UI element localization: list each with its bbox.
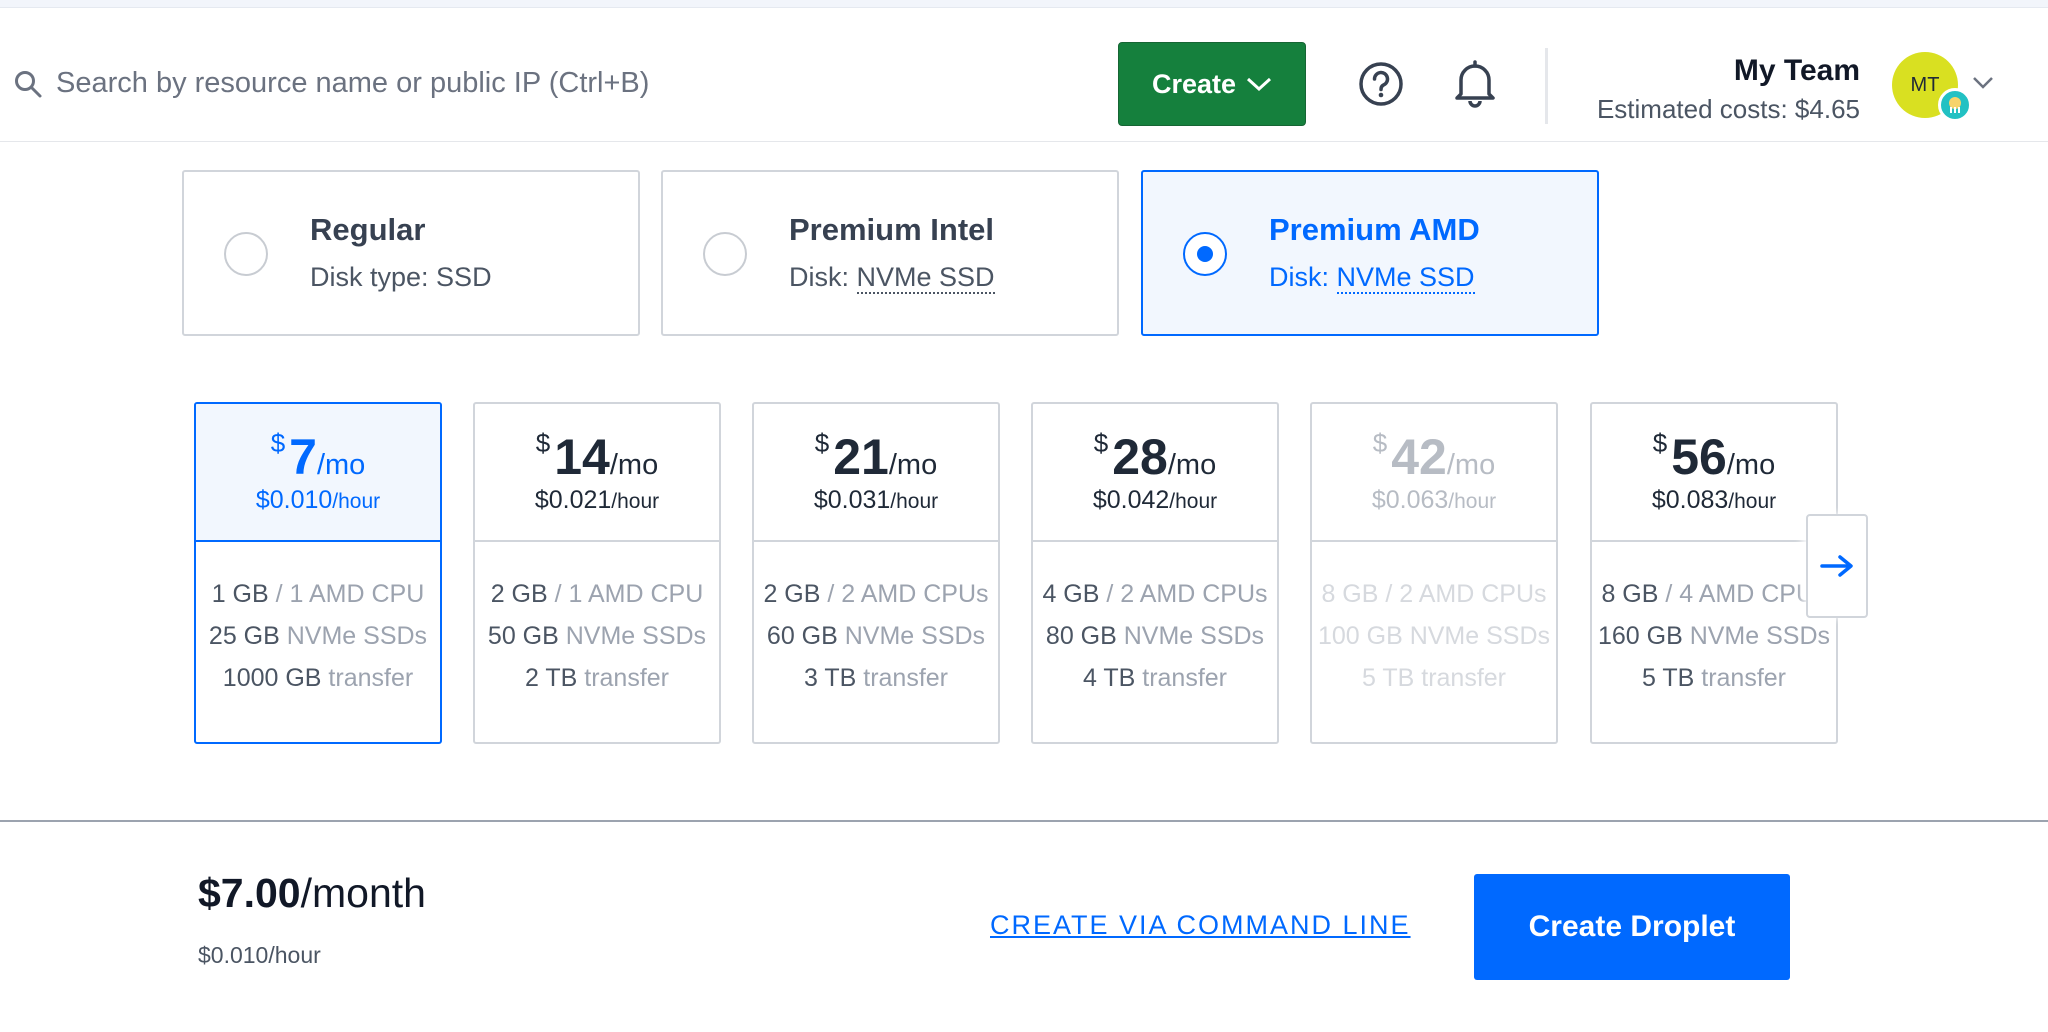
create-droplet-button[interactable]: Create Droplet: [1474, 874, 1790, 980]
plan-card[interactable]: $14/mo $0.021/hour 2 GB / 1 AMD CPU 50 GB N…: [473, 402, 721, 744]
create-via-command-line-link[interactable]: CREATE VIA COMMAND LINE: [990, 910, 1411, 941]
cpu-option-disk: Disk type: SSD: [310, 262, 492, 292]
plan-price-section: $56/mo $0.083/hour: [1592, 404, 1836, 542]
bell-icon[interactable]: [1452, 58, 1498, 108]
hourly-total: $0.010/hour: [198, 942, 321, 968]
plan-hourly-price: $0.063/hour: [1371, 486, 1497, 514]
plan-hourly-price: $0.021/hour: [534, 486, 660, 514]
plan-card[interactable]: $56/mo $0.083/hour 8 GB / 4 AMD CPUs 160 GB…: [1590, 402, 1838, 744]
plan-memory-cpu: 2 GB / 1 AMD CPU: [490, 580, 704, 608]
plan-monthly-price: $14/mo: [535, 428, 659, 485]
cpu-option-title: Premium AMD: [1269, 212, 1480, 247]
plan-transfer: 3 TB transfer: [803, 664, 949, 692]
plan-disk: 50 GB NVMe SSDs: [487, 622, 707, 650]
disk-tooltip-term[interactable]: NVMe SSD: [856, 262, 995, 294]
create-button-label: Create: [1151, 68, 1237, 99]
plan-transfer: 5 TB transfer: [1361, 664, 1507, 692]
scroll-right-button[interactable]: [1806, 514, 1868, 618]
plan-transfer: 5 TB transfer: [1641, 664, 1787, 692]
plan-card[interactable]: $21/mo $0.031/hour 2 GB / 2 AMD CPUs 60 GB …: [752, 402, 1000, 744]
disk-tooltip-term[interactable]: NVMe SSD: [1336, 262, 1475, 294]
plan-card[interactable]: $28/mo $0.042/hour 4 GB / 2 AMD CPUs 80 GB …: [1031, 402, 1279, 744]
search-icon: [15, 71, 42, 98]
plan-memory-cpu: 8 GB / 4 AMD CPUs: [1601, 580, 1827, 608]
plan-memory-cpu: 8 GB / 2 AMD CPUs: [1321, 580, 1547, 608]
cpu-option-disk: Disk: NVMe SSD: [1269, 262, 1475, 294]
plan-monthly-price: $7/mo: [270, 428, 366, 485]
help-icon[interactable]: [1358, 61, 1404, 107]
radio-button[interactable]: [1183, 232, 1227, 276]
cpu-option-title: Premium Intel: [789, 212, 994, 247]
plan-price-section: $14/mo $0.021/hour: [475, 404, 719, 542]
plan-transfer: 1000 GB transfer: [222, 664, 414, 692]
plan-price-section: $28/mo $0.042/hour: [1033, 404, 1277, 542]
plan-memory-cpu: 2 GB / 2 AMD CPUs: [763, 580, 989, 608]
avatar-initials: MT: [1910, 73, 1940, 96]
plan-price-section: $21/mo $0.031/hour: [754, 404, 998, 542]
plan-price-section: $42/mo $0.063/hour: [1312, 404, 1556, 542]
plan-transfer: 2 TB transfer: [524, 664, 670, 692]
plan-disk: 25 GB NVMe SSDs: [208, 622, 428, 650]
plan-card[interactable]: $7/mo $0.010/hour 1 GB / 1 AMD CPU 25 GB NV…: [194, 402, 442, 744]
top-strip: [0, 0, 2048, 8]
plan-hourly-price: $0.083/hour: [1651, 486, 1777, 514]
arrow-right-icon: [1820, 555, 1853, 577]
plan-hourly-price: $0.042/hour: [1092, 486, 1218, 514]
plan-disk: 60 GB NVMe SSDs: [766, 622, 986, 650]
plan-hourly-price: $0.031/hour: [813, 486, 939, 514]
monthly-total: $7.00/month: [198, 870, 426, 916]
avatar-badge-icon: [1938, 88, 1972, 122]
plan-monthly-price: $28/mo: [1093, 428, 1217, 485]
summary-footer: $7.00/month $0.010/hour CREATE VIA COMMA…: [0, 820, 2048, 1032]
radio-button[interactable]: [224, 232, 268, 276]
team-name[interactable]: My Team: [1734, 54, 1860, 88]
cpu-option-disk: Disk: NVMe SSD: [789, 262, 995, 294]
plan-hourly-price: $0.010/hour: [255, 486, 381, 514]
plan-monthly-price: $21/mo: [814, 428, 938, 485]
account-chevron-down-icon[interactable]: [1972, 76, 1994, 90]
plan-monthly-price: $56/mo: [1652, 428, 1776, 485]
search-input[interactable]: [56, 58, 1056, 108]
plan-memory-cpu: 4 GB / 2 AMD CPUs: [1042, 580, 1268, 608]
cpu-option-premium-intel[interactable]: Premium Intel Disk: NVMe SSD: [661, 170, 1119, 336]
chevron-down-icon: [1247, 77, 1272, 92]
header-divider: [1545, 48, 1548, 124]
plan-price-section: $7/mo $0.010/hour: [196, 404, 440, 542]
plan-memory-cpu: 1 GB / 1 AMD CPU: [211, 580, 425, 608]
top-header: Create My Team Estimated costs: $4.65 MT: [0, 8, 2048, 142]
plan-disk: 100 GB NVMe SSDs: [1317, 622, 1551, 650]
estimated-costs: Estimated costs: $4.65: [1596, 94, 1860, 124]
plan-transfer: 4 TB transfer: [1082, 664, 1228, 692]
cpu-option-title: Regular: [310, 212, 426, 247]
radio-button[interactable]: [703, 232, 747, 276]
plan-disk: 160 GB NVMe SSDs: [1597, 622, 1831, 650]
plan-card[interactable]: $42/mo $0.063/hour 8 GB / 2 AMD CPUs 100 GB…: [1310, 402, 1558, 744]
plan-monthly-price: $42/mo: [1372, 428, 1496, 485]
create-button[interactable]: Create: [1118, 42, 1306, 126]
cpu-option-premium-amd[interactable]: Premium AMD Disk: NVMe SSD: [1141, 170, 1599, 336]
cpu-option-regular[interactable]: Regular Disk type: SSD: [182, 170, 640, 336]
plan-disk: 80 GB NVMe SSDs: [1045, 622, 1265, 650]
